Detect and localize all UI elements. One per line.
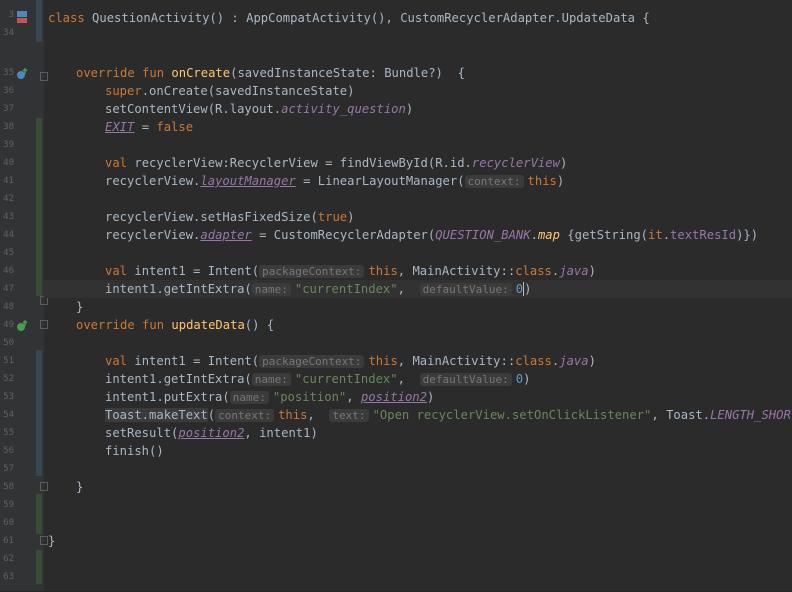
line-number: 40 [3,158,14,168]
code-line[interactable]: val intent1 = Intent(packageContext: this… [105,352,596,370]
code-line[interactable]: Toast.makeText(context: this, text: "Open … [105,406,792,424]
line-number: 52 [3,374,14,384]
code-line[interactable]: EXIT = false [105,118,193,136]
code-line[interactable]: recyclerView.layoutManager = LinearLayou… [105,172,564,190]
line-number: 37 [3,104,14,114]
line-number: 58 [3,482,14,492]
code-line[interactable]: } [76,298,83,316]
line-number: 48 [3,302,14,312]
code-line[interactable]: } [48,532,55,550]
vcs-added-marker[interactable] [36,494,42,534]
line-number: 39 [3,140,14,150]
line-number: 57 [3,464,14,474]
fold-icon[interactable] [40,482,48,491]
vcs-added-marker[interactable] [36,118,42,296]
code-line[interactable]: val intent1 = Intent(packageContext: this… [105,262,596,280]
code-line[interactable]: override fun onCreate(savedInstanceState… [76,64,465,82]
line-number: 34 [3,28,14,38]
override-icon[interactable] [16,319,28,334]
code-line-current[interactable]: intent1.getIntExtra(name: "currentIndex",… [105,280,532,298]
line-number: 51 [3,356,14,366]
line-number: 53 [3,392,14,402]
line-number: 47 [3,284,14,294]
line-number: 44 [3,230,14,240]
line-number: 36 [3,86,14,96]
line-number: 41 [3,176,14,186]
code-line[interactable]: setContentView(R.layout.activity_questio… [105,100,413,118]
line-number: 50 [3,338,14,348]
line-number: 59 [3,500,14,510]
line-number: 38 [3,122,14,132]
code-line[interactable]: recyclerView.adapter = CustomRecyclerAda… [105,226,758,244]
code-line[interactable]: } [76,478,83,496]
code-line[interactable]: val recyclerView:RecyclerView = findView… [105,154,567,172]
fold-icon[interactable] [40,320,48,329]
override-icon[interactable] [16,67,28,82]
line-number: 43 [3,212,14,222]
class-icon[interactable] [16,10,28,26]
vcs-modified-marker[interactable] [36,350,42,476]
line-number: 3 [8,10,14,20]
fold-icon[interactable] [40,72,48,81]
line-number: 62 [3,554,14,564]
vcs-modified-marker[interactable] [36,0,42,42]
code-editor[interactable]: class QuestionActivity() : AppCompatActi… [48,0,792,592]
code-line[interactable]: finish() [105,442,164,460]
fold-icon[interactable] [40,536,48,545]
line-number: 35 [3,68,14,78]
code-line[interactable]: super.onCreate(savedInstanceState) [105,82,354,100]
line-number: 46 [3,266,14,276]
code-line[interactable]: recyclerView.setHasFixedSize(true) [105,208,355,226]
editor-gutter: 3 34 35 36 37 38 39 40 41 42 43 44 45 46… [0,0,48,592]
code-line[interactable]: class QuestionActivity() : AppCompatActi… [48,9,650,27]
line-number: 49 [3,320,14,330]
line-number: 45 [3,248,14,258]
line-number: 55 [3,428,14,438]
line-number: 56 [3,446,14,456]
code-line[interactable]: intent1.putExtra(name: "position", positi… [105,388,434,406]
line-number: 60 [3,518,14,528]
line-number: 42 [3,194,14,204]
code-line[interactable]: setResult(position2, intent1) [105,424,318,442]
vcs-added-marker[interactable] [36,550,42,584]
code-line[interactable]: intent1.getIntExtra(name: "currentIndex",… [105,370,530,388]
line-number: 54 [3,410,14,420]
line-number: 63 [3,572,14,582]
line-number: 61 [3,536,14,546]
code-line[interactable]: override fun updateData() { [76,316,274,334]
